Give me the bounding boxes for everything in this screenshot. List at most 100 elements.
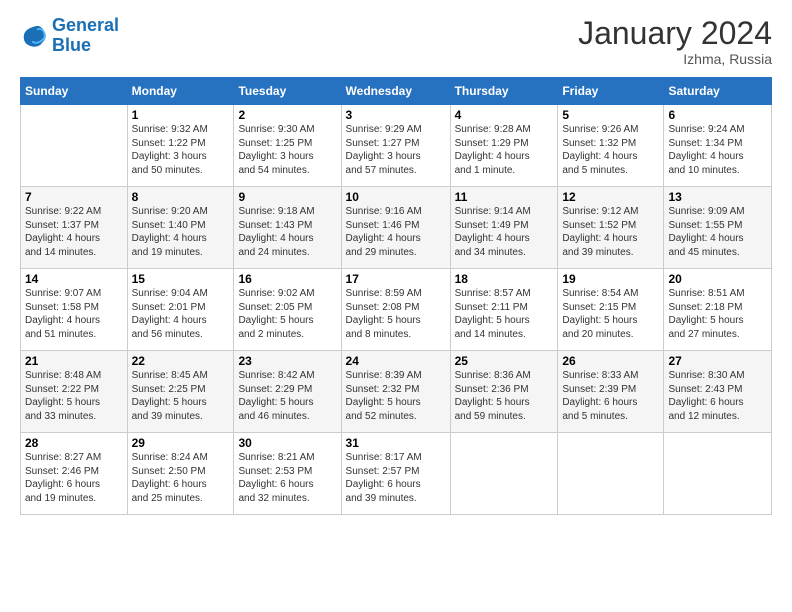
day-info: Sunrise: 9:07 AM Sunset: 1:58 PM Dayligh… [25,287,123,341]
day-number: 16 [238,272,336,286]
header-saturday: Saturday [664,78,772,105]
calendar-cell: 4Sunrise: 9:28 AM Sunset: 1:29 PM Daylig… [450,105,558,187]
day-number: 19 [562,272,659,286]
page: General Blue January 2024 Izhma, Russia … [0,0,792,612]
day-number: 5 [562,108,659,122]
calendar-cell [664,433,772,515]
day-number: 21 [25,354,123,368]
calendar-cell [558,433,664,515]
day-info: Sunrise: 8:27 AM Sunset: 2:46 PM Dayligh… [25,451,123,505]
header: General Blue January 2024 Izhma, Russia [20,16,772,67]
calendar-body: 1Sunrise: 9:32 AM Sunset: 1:22 PM Daylig… [21,105,772,515]
day-number: 2 [238,108,336,122]
header-friday: Friday [558,78,664,105]
calendar-cell: 8Sunrise: 9:20 AM Sunset: 1:40 PM Daylig… [127,187,234,269]
calendar-cell: 2Sunrise: 9:30 AM Sunset: 1:25 PM Daylig… [234,105,341,187]
day-info: Sunrise: 9:30 AM Sunset: 1:25 PM Dayligh… [238,123,336,177]
calendar-cell: 23Sunrise: 8:42 AM Sunset: 2:29 PM Dayli… [234,351,341,433]
calendar-cell: 5Sunrise: 9:26 AM Sunset: 1:32 PM Daylig… [558,105,664,187]
calendar-cell: 14Sunrise: 9:07 AM Sunset: 1:58 PM Dayli… [21,269,128,351]
calendar-cell: 20Sunrise: 8:51 AM Sunset: 2:18 PM Dayli… [664,269,772,351]
day-number: 3 [346,108,446,122]
day-number: 7 [25,190,123,204]
calendar-subtitle: Izhma, Russia [578,51,772,67]
day-info: Sunrise: 8:51 AM Sunset: 2:18 PM Dayligh… [668,287,767,341]
header-tuesday: Tuesday [234,78,341,105]
day-info: Sunrise: 9:22 AM Sunset: 1:37 PM Dayligh… [25,205,123,259]
calendar-cell [450,433,558,515]
day-info: Sunrise: 9:04 AM Sunset: 2:01 PM Dayligh… [132,287,230,341]
day-info: Sunrise: 9:29 AM Sunset: 1:27 PM Dayligh… [346,123,446,177]
day-info: Sunrise: 8:30 AM Sunset: 2:43 PM Dayligh… [668,369,767,423]
calendar-cell: 15Sunrise: 9:04 AM Sunset: 2:01 PM Dayli… [127,269,234,351]
calendar-cell: 21Sunrise: 8:48 AM Sunset: 2:22 PM Dayli… [21,351,128,433]
day-info: Sunrise: 8:17 AM Sunset: 2:57 PM Dayligh… [346,451,446,505]
day-info: Sunrise: 8:48 AM Sunset: 2:22 PM Dayligh… [25,369,123,423]
logo-icon [20,22,48,50]
calendar-cell: 17Sunrise: 8:59 AM Sunset: 2:08 PM Dayli… [341,269,450,351]
day-number: 18 [455,272,554,286]
day-number: 26 [562,354,659,368]
day-number: 27 [668,354,767,368]
calendar-cell: 13Sunrise: 9:09 AM Sunset: 1:55 PM Dayli… [664,187,772,269]
day-number: 15 [132,272,230,286]
day-info: Sunrise: 9:32 AM Sunset: 1:22 PM Dayligh… [132,123,230,177]
day-info: Sunrise: 8:33 AM Sunset: 2:39 PM Dayligh… [562,369,659,423]
logo-text: General Blue [52,16,119,56]
day-info: Sunrise: 9:12 AM Sunset: 1:52 PM Dayligh… [562,205,659,259]
header-wednesday: Wednesday [341,78,450,105]
calendar-cell: 7Sunrise: 9:22 AM Sunset: 1:37 PM Daylig… [21,187,128,269]
day-info: Sunrise: 8:36 AM Sunset: 2:36 PM Dayligh… [455,369,554,423]
calendar-cell: 30Sunrise: 8:21 AM Sunset: 2:53 PM Dayli… [234,433,341,515]
calendar-cell: 24Sunrise: 8:39 AM Sunset: 2:32 PM Dayli… [341,351,450,433]
day-info: Sunrise: 8:57 AM Sunset: 2:11 PM Dayligh… [455,287,554,341]
day-info: Sunrise: 8:21 AM Sunset: 2:53 PM Dayligh… [238,451,336,505]
calendar-cell: 1Sunrise: 9:32 AM Sunset: 1:22 PM Daylig… [127,105,234,187]
day-number: 30 [238,436,336,450]
calendar-cell: 18Sunrise: 8:57 AM Sunset: 2:11 PM Dayli… [450,269,558,351]
day-number: 6 [668,108,767,122]
header-sunday: Sunday [21,78,128,105]
day-info: Sunrise: 9:09 AM Sunset: 1:55 PM Dayligh… [668,205,767,259]
calendar-cell: 16Sunrise: 9:02 AM Sunset: 2:05 PM Dayli… [234,269,341,351]
day-number: 4 [455,108,554,122]
calendar-cell: 28Sunrise: 8:27 AM Sunset: 2:46 PM Dayli… [21,433,128,515]
day-number: 9 [238,190,336,204]
day-info: Sunrise: 8:24 AM Sunset: 2:50 PM Dayligh… [132,451,230,505]
calendar-cell: 9Sunrise: 9:18 AM Sunset: 1:43 PM Daylig… [234,187,341,269]
day-info: Sunrise: 9:26 AM Sunset: 1:32 PM Dayligh… [562,123,659,177]
calendar-cell: 6Sunrise: 9:24 AM Sunset: 1:34 PM Daylig… [664,105,772,187]
calendar-cell: 27Sunrise: 8:30 AM Sunset: 2:43 PM Dayli… [664,351,772,433]
calendar-cell: 31Sunrise: 8:17 AM Sunset: 2:57 PM Dayli… [341,433,450,515]
day-number: 31 [346,436,446,450]
calendar-header: Sunday Monday Tuesday Wednesday Thursday… [21,78,772,105]
logo: General Blue [20,16,119,56]
day-number: 14 [25,272,123,286]
day-info: Sunrise: 9:28 AM Sunset: 1:29 PM Dayligh… [455,123,554,177]
calendar-cell: 11Sunrise: 9:14 AM Sunset: 1:49 PM Dayli… [450,187,558,269]
day-number: 28 [25,436,123,450]
day-number: 25 [455,354,554,368]
day-info: Sunrise: 9:14 AM Sunset: 1:49 PM Dayligh… [455,205,554,259]
calendar-cell: 12Sunrise: 9:12 AM Sunset: 1:52 PM Dayli… [558,187,664,269]
calendar-cell: 26Sunrise: 8:33 AM Sunset: 2:39 PM Dayli… [558,351,664,433]
header-monday: Monday [127,78,234,105]
day-number: 20 [668,272,767,286]
day-number: 1 [132,108,230,122]
day-info: Sunrise: 8:39 AM Sunset: 2:32 PM Dayligh… [346,369,446,423]
title-block: January 2024 Izhma, Russia [578,16,772,67]
day-info: Sunrise: 9:24 AM Sunset: 1:34 PM Dayligh… [668,123,767,177]
calendar-cell [21,105,128,187]
calendar-cell: 10Sunrise: 9:16 AM Sunset: 1:46 PM Dayli… [341,187,450,269]
day-info: Sunrise: 8:42 AM Sunset: 2:29 PM Dayligh… [238,369,336,423]
day-info: Sunrise: 8:59 AM Sunset: 2:08 PM Dayligh… [346,287,446,341]
day-info: Sunrise: 8:54 AM Sunset: 2:15 PM Dayligh… [562,287,659,341]
day-info: Sunrise: 9:20 AM Sunset: 1:40 PM Dayligh… [132,205,230,259]
day-number: 8 [132,190,230,204]
day-info: Sunrise: 8:45 AM Sunset: 2:25 PM Dayligh… [132,369,230,423]
calendar-title: January 2024 [578,16,772,51]
day-info: Sunrise: 9:02 AM Sunset: 2:05 PM Dayligh… [238,287,336,341]
calendar-cell: 3Sunrise: 9:29 AM Sunset: 1:27 PM Daylig… [341,105,450,187]
day-info: Sunrise: 9:16 AM Sunset: 1:46 PM Dayligh… [346,205,446,259]
day-number: 29 [132,436,230,450]
